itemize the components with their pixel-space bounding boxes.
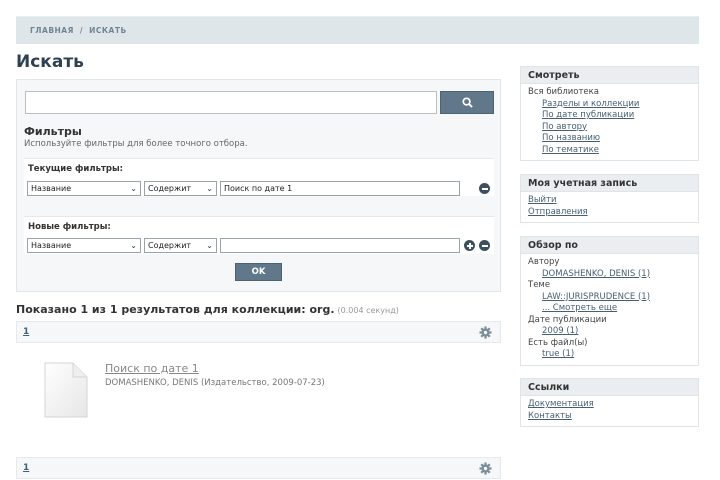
sidebar-link-documentation[interactable]: Документация: [528, 399, 691, 411]
new-filter-field-select[interactable]: Название ⌄: [27, 238, 141, 253]
breadcrumb: ГЛАВНАЯ / ИСКАТЬ: [16, 16, 699, 44]
results-time: (0.004 секунд): [337, 306, 399, 315]
search-button[interactable]: [440, 91, 494, 114]
remove-filter-button[interactable]: [479, 183, 490, 194]
results-count: Показано 1 из 1 результатов для коллекци…: [16, 303, 335, 316]
sidebar-link-contacts[interactable]: Контакты: [528, 411, 691, 423]
breadcrumb-separator: /: [79, 26, 84, 35]
new-filter-value-input[interactable]: [220, 238, 460, 253]
search-panel: Фильтры Используйте фильтры для более то…: [16, 79, 501, 292]
gear-icon[interactable]: [479, 326, 492, 342]
chevron-down-icon: ⌄: [206, 184, 213, 193]
sidebar-links: Ссылки Документация Контакты: [520, 378, 699, 427]
sidebar-facets: Обзор по Автору DOMASHENKO, DENIS (1) Те…: [520, 236, 699, 366]
facet-subject-label: Теме: [528, 280, 551, 290]
facet-author-link[interactable]: DOMASHENKO, DENIS (1): [528, 269, 691, 281]
current-filter-operator-value: Содержит: [148, 184, 192, 193]
sidebar-link-by-subject[interactable]: По тематике: [528, 145, 691, 157]
sidebar-link-by-author[interactable]: По автору: [528, 122, 691, 134]
sidebar-link-communities[interactable]: Разделы и коллекции: [528, 99, 691, 111]
chevron-down-icon: ⌄: [130, 241, 137, 250]
sidebar-browse: Смотреть Вся библиотека Разделы и коллек…: [520, 66, 699, 161]
pagination-top: 1: [16, 321, 501, 343]
pagination-bottom: 1: [16, 457, 501, 479]
chevron-down-icon: ⌄: [206, 241, 213, 250]
gear-icon[interactable]: [479, 462, 492, 478]
sidebar-link-logout[interactable]: Выйти: [528, 195, 691, 207]
facet-date-link[interactable]: 2009 (1): [528, 326, 691, 338]
add-filter-button[interactable]: [464, 240, 475, 251]
new-filter-field-value: Название: [31, 241, 72, 250]
new-filter-operator-select[interactable]: Содержит ⌄: [144, 238, 217, 253]
current-filter-field-value: Название: [31, 184, 72, 193]
page-link[interactable]: 1: [23, 463, 29, 473]
document-thumbnail-icon[interactable]: [43, 361, 89, 419]
apply-filters-button[interactable]: OK: [235, 263, 282, 281]
sidebar-link-by-title[interactable]: По названию: [528, 133, 691, 145]
sidebar-browse-title: Смотреть: [521, 67, 698, 84]
filters-heading: Фильтры: [24, 125, 82, 138]
new-filter-operator-value: Содержит: [148, 241, 192, 250]
current-filter-operator-select[interactable]: Содержит ⌄: [144, 181, 217, 196]
current-filters-block: Текущие фильтры: Название ⌄ Содержит ⌄ П…: [24, 158, 494, 196]
sidebar-link-by-date[interactable]: По дате публикации: [528, 110, 691, 122]
item-meta: DOMASHENKO, DENIS (Издательство, 2009-07…: [105, 378, 325, 388]
results-heading: Показано 1 из 1 результатов для коллекци…: [16, 303, 399, 316]
new-filters-heading: Новые фильтры:: [28, 222, 111, 232]
search-icon: [461, 97, 473, 108]
new-filters-block: Новые фильтры: Название ⌄ Содержит ⌄: [24, 216, 494, 254]
sidebar-all-library-label: Вся библиотека: [528, 87, 600, 97]
filters-hint: Используйте фильтры для более точного от…: [24, 139, 248, 149]
facet-subject-link[interactable]: LAW::JURISPRUDENCE (1): [528, 292, 691, 304]
current-filter-field-select[interactable]: Название ⌄: [27, 181, 141, 196]
sidebar-account: Моя учетная запись Выйти Отправления: [520, 174, 699, 223]
item-title-link[interactable]: Поиск по дате 1: [105, 362, 199, 375]
facet-subject-more-link[interactable]: ... Смотреть еще: [528, 303, 691, 315]
minus-icon: [481, 187, 488, 190]
facet-file-link[interactable]: true (1): [528, 349, 691, 361]
minus-icon: [481, 244, 488, 247]
chevron-down-icon: ⌄: [130, 184, 137, 193]
page-link[interactable]: 1: [23, 327, 29, 337]
sidebar-account-title: Моя учетная запись: [521, 175, 698, 192]
breadcrumb-home[interactable]: ГЛАВНАЯ: [30, 26, 74, 35]
breadcrumb-current: ИСКАТЬ: [89, 26, 127, 35]
page-title: Искать: [16, 52, 84, 72]
search-input[interactable]: [25, 91, 437, 114]
current-filter-value-input[interactable]: Поиск по дате 1: [220, 181, 460, 196]
sidebar-facets-title: Обзор по: [521, 237, 698, 254]
facet-date-label: Дате публикации: [528, 314, 607, 325]
sidebar-links-title: Ссылки: [521, 379, 698, 396]
sidebar-link-submissions[interactable]: Отправления: [528, 207, 691, 219]
facet-author-label: Автору: [528, 257, 560, 267]
remove-new-filter-button[interactable]: [479, 240, 490, 251]
current-filters-heading: Текущие фильтры:: [28, 164, 124, 174]
facet-file-label: Есть файл(ы): [528, 337, 588, 348]
